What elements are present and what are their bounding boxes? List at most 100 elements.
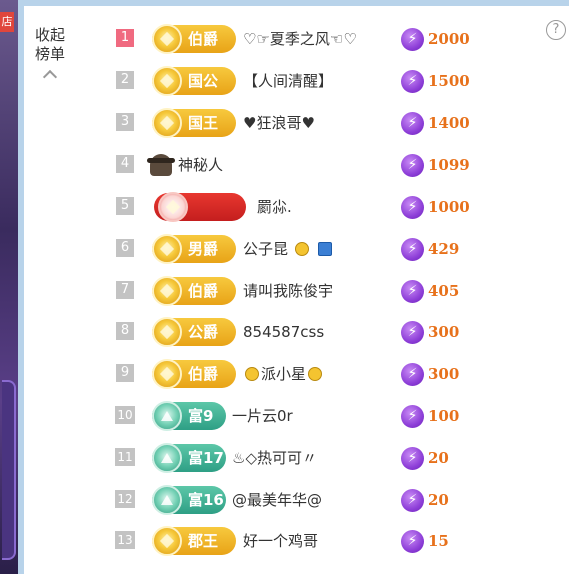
rank-number: 5 — [116, 197, 134, 215]
lightning-icon — [401, 362, 424, 386]
user-name[interactable]: ♥狂浪哥♥ — [243, 103, 315, 143]
noble-emblem-icon — [152, 24, 182, 54]
rank-number: 4 — [116, 155, 134, 173]
rank-number: 10 — [115, 406, 135, 424]
score: 1500 — [401, 69, 470, 93]
leaderboard-row[interactable]: 8 公爵 854587css 300 — [0, 312, 569, 352]
score-value: 20 — [428, 491, 449, 509]
leaderboard-row[interactable]: 6 男爵 公子昆 429 — [0, 229, 569, 269]
wealth-badge: 富9 — [152, 401, 226, 431]
score: 405 — [401, 279, 459, 303]
lightning-icon — [401, 153, 424, 177]
rank-number: 1 — [116, 29, 134, 47]
score-value: 20 — [428, 449, 449, 467]
score-value: 1400 — [428, 114, 470, 132]
noble-badge: 男爵 — [152, 234, 236, 264]
leaderboard-row[interactable]: 1 伯爵 ♡☞夏季之风☜♡ 2000 — [0, 19, 569, 59]
user-name[interactable]: 神秘人 — [178, 145, 223, 185]
wealth-emblem-icon — [152, 443, 182, 473]
noble-badge-label: 伯爵 — [188, 282, 219, 300]
noble-emblem-icon — [152, 276, 182, 306]
score-value: 1099 — [428, 156, 470, 174]
noble-emblem-icon — [152, 234, 182, 264]
wealth-badge-label: 富17 — [188, 449, 224, 467]
lightning-icon — [401, 404, 424, 428]
score: 20 — [401, 446, 449, 470]
score: 100 — [401, 404, 459, 428]
user-name[interactable]: ♨◇热可可〃 — [232, 438, 317, 478]
leaderboard-row[interactable]: 10 富9 一片云0r 100 — [0, 396, 569, 436]
rank-number: 3 — [116, 113, 134, 131]
leaderboard-row[interactable]: 2 国公 【人间清醒】 1500 — [0, 61, 569, 101]
noble-badge-label: 男爵 — [188, 240, 219, 258]
score-value: 300 — [428, 365, 460, 383]
leaderboard-row[interactable]: 9 伯爵 派小星 300 — [0, 354, 569, 394]
user-name[interactable]: ♡☞夏季之风☜♡ — [243, 19, 357, 59]
user-name: 公子昆 — [243, 240, 289, 258]
lightning-icon — [401, 529, 424, 553]
leaderboard-row[interactable]: 3 国王 ♥狂浪哥♥ 1400 — [0, 103, 569, 143]
score: 300 — [401, 320, 459, 344]
score-value: 300 — [428, 323, 460, 341]
lightning-icon — [401, 446, 424, 470]
lightning-icon — [401, 279, 424, 303]
rank-number: 6 — [116, 239, 134, 257]
vip-badge — [154, 192, 246, 222]
score: 20 — [401, 488, 449, 512]
noble-emblem-icon — [152, 317, 182, 347]
sun-emoji-icon — [245, 367, 259, 381]
noble-badge: 郡王 — [152, 526, 236, 556]
score-value: 1000 — [428, 198, 470, 216]
lightning-icon — [401, 111, 424, 135]
noble-badge-label: 国王 — [188, 114, 219, 132]
mystery-user-icon — [147, 154, 175, 176]
sun-emoji-icon — [308, 367, 323, 381]
rank-number: 7 — [116, 281, 134, 299]
score: 2000 — [401, 27, 470, 51]
noble-badge-label: 伯爵 — [188, 365, 219, 383]
leaderboard-row[interactable]: 5 罽尛. 1000 — [0, 187, 569, 227]
leaderboard-row[interactable]: 4 神秘人 1099 — [0, 145, 569, 185]
wealth-emblem-icon — [152, 485, 182, 515]
leaderboard-row[interactable]: 11 富17 ♨◇热可可〃 20 — [0, 438, 569, 478]
wealth-badge: 富16 — [152, 485, 226, 515]
leaderboard-row[interactable]: 12 富16 @最美年华@ 20 — [0, 480, 569, 520]
user-name[interactable]: 请叫我陈俊宇 — [243, 271, 333, 311]
user-name-wrap[interactable]: 公子昆 — [243, 229, 334, 269]
leaderboard-row[interactable]: 7 伯爵 请叫我陈俊宇 405 — [0, 271, 569, 311]
user-name[interactable]: 【人间清醒】 — [243, 61, 333, 101]
sparkle-emoji-icon — [294, 242, 309, 256]
score-value: 1500 — [428, 72, 470, 90]
noble-badge-label: 郡王 — [188, 532, 219, 550]
vip-emblem-icon — [158, 192, 188, 222]
lightning-icon — [401, 237, 424, 261]
noble-emblem-icon — [152, 359, 182, 389]
noble-emblem-icon — [152, 526, 182, 556]
noble-badge-label: 国公 — [188, 72, 219, 90]
lightning-icon — [401, 195, 424, 219]
score: 15 — [401, 529, 449, 553]
noble-emblem-icon — [152, 108, 182, 138]
wealth-emblem-icon — [152, 401, 182, 431]
score-value: 15 — [428, 532, 449, 550]
noble-badge-label: 公爵 — [188, 323, 219, 341]
rank-number: 2 — [116, 71, 134, 89]
rank-number: 9 — [116, 364, 134, 382]
noble-badge: 国王 — [152, 108, 236, 138]
score-value: 429 — [428, 240, 460, 258]
user-name-wrap[interactable]: 派小星 — [243, 354, 324, 394]
user-name[interactable]: 854587css — [243, 312, 324, 352]
rank-number: 13 — [115, 531, 135, 549]
score: 1000 — [401, 195, 470, 219]
user-name[interactable]: @最美年华@ — [232, 480, 322, 520]
noble-badge: 公爵 — [152, 317, 236, 347]
user-name[interactable]: 好一个鸡哥 — [243, 521, 318, 561]
lightning-icon — [401, 69, 424, 93]
lightning-icon — [401, 488, 424, 512]
user-name: 派小星 — [261, 365, 307, 383]
user-name[interactable]: 一片云0r — [232, 396, 293, 436]
leaderboard-row[interactable]: 13 郡王 好一个鸡哥 15 — [0, 521, 569, 561]
wealth-badge-label: 富9 — [188, 407, 214, 425]
user-name[interactable]: 罽尛. — [257, 187, 292, 227]
noble-emblem-icon — [152, 66, 182, 96]
